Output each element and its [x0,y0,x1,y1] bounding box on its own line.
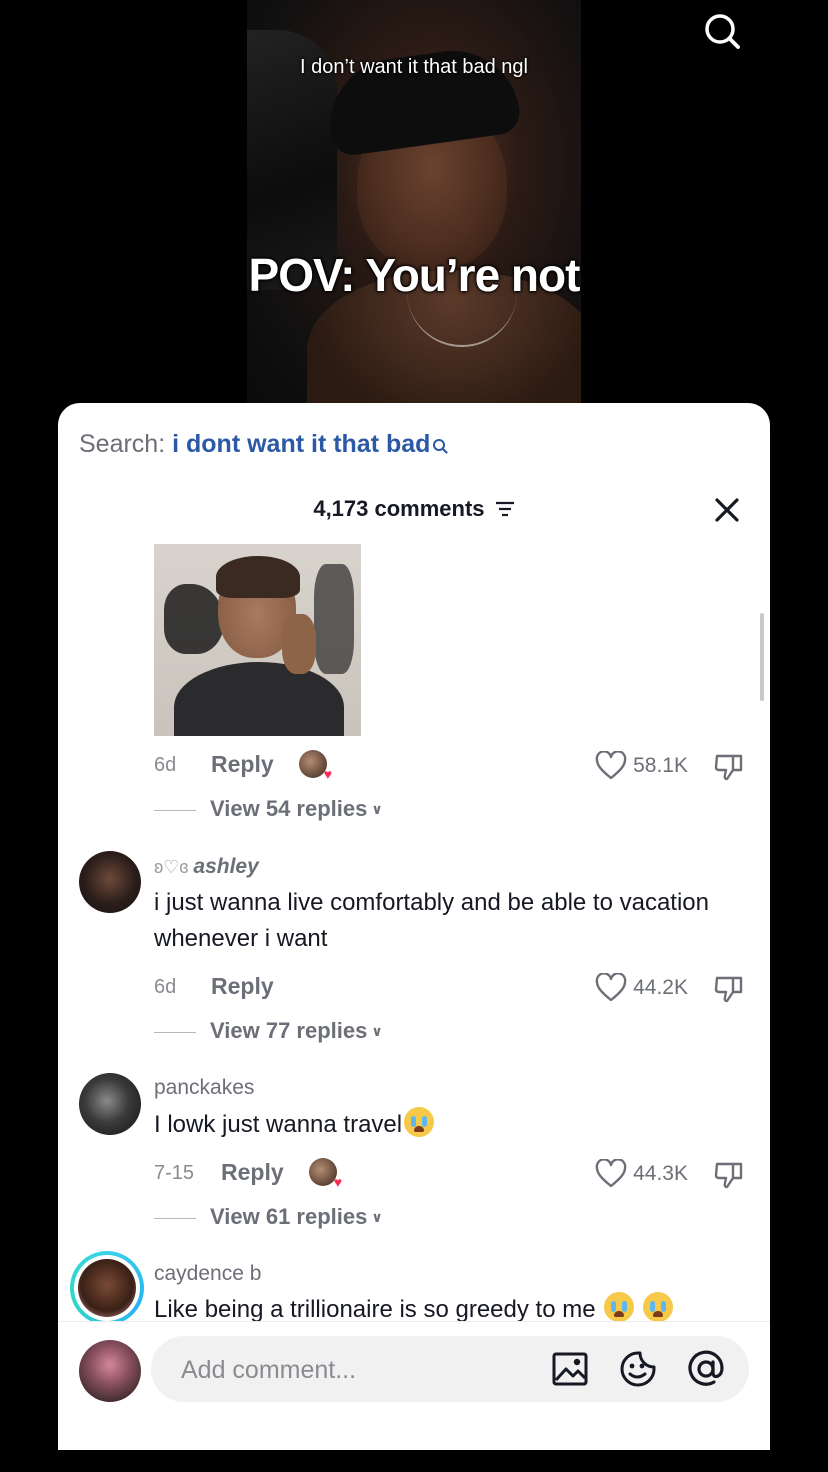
view-replies-button[interactable]: View 61 replies ∨ [154,1204,383,1230]
like-count: 44.2K [633,976,688,999]
avatar-story-ring[interactable] [70,1251,144,1325]
loudly-crying-emoji-icon [642,1292,673,1322]
wings-icon: ʚ♡ɞ [154,857,194,877]
comment-count: 4,173 comments [313,496,485,521]
reply-button[interactable]: Reply [221,1159,284,1186]
like-count: 44.3K [633,1162,688,1185]
like-button[interactable]: 58.1K [595,751,688,781]
search-icon[interactable] [700,10,744,54]
comment-image[interactable] [154,544,361,736]
view-replies-button[interactable]: View 54 replies ∨ [154,796,383,822]
creator-liked-avatar: ♥ [299,750,332,781]
comment-date: 7-15 [154,1162,195,1184]
heart-outline-icon [595,973,627,1002]
mention-icon[interactable] [687,1350,725,1388]
comment-meta: 6d Reply ♥ 58.1K [154,750,770,782]
image-icon[interactable] [551,1350,589,1388]
heart-outline-icon [595,751,627,780]
creator-liked-avatar: ♥ [309,1158,342,1189]
comment-username[interactable]: caydence b [154,1262,261,1286]
search-icon [432,432,449,454]
close-icon[interactable] [712,495,742,525]
avatar [78,1259,136,1317]
chevron-down-icon: ∨ [371,1209,383,1225]
dislike-icon[interactable] [713,1158,745,1190]
loudly-crying-emoji-icon [404,1107,435,1137]
chevron-down-icon: ∨ [371,1023,383,1039]
related-search-label: Search: [79,430,166,458]
reply-button[interactable]: Reply [211,973,274,1000]
chevron-down-icon: ∨ [371,801,383,817]
comment-input[interactable] [179,1346,523,1394]
avatar[interactable] [79,851,141,913]
comments-header[interactable]: 4,173 comments [58,496,770,522]
comment-text: i just wanna live comfortably and be abl… [154,889,709,952]
reply-button[interactable]: Reply [211,751,274,778]
comment-username[interactable]: ʚ♡ɞ ashley [154,855,259,879]
heart-icon: ♥ [323,766,332,782]
comment-composer [58,1321,770,1450]
view-replies-button[interactable]: View 77 replies ∨ [154,1018,383,1044]
comments-panel: Search: i dont want it that bad 4,173 co… [58,403,770,1450]
like-button[interactable]: 44.2K [595,973,688,1003]
like-count: 58.1K [633,754,688,777]
like-button[interactable]: 44.3K [595,1159,688,1189]
comment-meta: 7-15 Reply ♥ 44.3K [154,1158,770,1190]
filter-icon[interactable] [495,497,515,517]
heart-outline-icon [595,1159,627,1188]
video-caption-small: I don’t want it that bad ngl [300,56,528,78]
dislike-icon[interactable] [713,750,745,782]
avatar[interactable] [79,1073,141,1135]
comment-username[interactable]: panckakes [154,1076,254,1100]
loudly-crying-emoji-icon [604,1292,635,1322]
comment-date: 6d [154,754,177,776]
current-user-avatar [79,1340,141,1402]
related-search-query[interactable]: i dont want it that bad [172,430,430,458]
emoji-sticker-icon[interactable] [619,1350,657,1388]
video-caption-big: POV: You’re not [248,249,581,301]
scrollbar[interactable] [760,613,764,701]
dislike-icon[interactable] [713,972,745,1004]
related-search[interactable]: Search: i dont want it that bad [79,430,449,459]
comment-date: 6d [154,976,177,998]
heart-icon: ♥ [333,1174,342,1190]
comment-text: I lowk just wanna travel [154,1107,714,1143]
comment-meta: 6d Reply 44.2K [154,973,770,1003]
comment-input-container[interactable] [151,1336,749,1402]
